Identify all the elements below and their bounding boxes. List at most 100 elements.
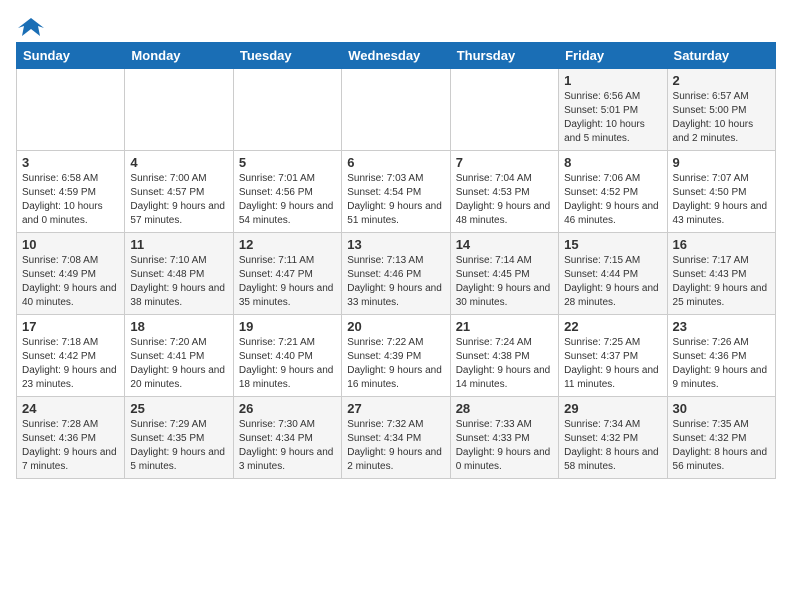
day-number: 26 <box>239 401 336 416</box>
day-number: 6 <box>347 155 444 170</box>
day-cell: 19 Sunrise: 7:21 AM Sunset: 4:40 PM Dayli… <box>233 315 341 397</box>
day-number: 14 <box>456 237 553 252</box>
day-info: Sunrise: 7:03 AM Sunset: 4:54 PM Dayligh… <box>347 172 444 228</box>
week-row-3: 10 Sunrise: 7:08 AM Sunset: 4:49 PM Dayli… <box>17 233 776 315</box>
day-cell: 7Sunrise: 7:04 AM Sunset: 4:53 PM Daylig… <box>450 151 558 233</box>
day-cell: 10 Sunrise: 7:08 AM Sunset: 4:49 PM Dayli… <box>17 233 125 315</box>
day-cell <box>233 69 341 151</box>
day-info: Sunrise: 7:01 AM Sunset: 4:56 PM Dayligh… <box>239 172 336 228</box>
day-number: 20 <box>347 319 444 334</box>
week-row-5: 24Sunrise: 7:28 AM Sunset: 4:36 PM Dayli… <box>17 397 776 479</box>
column-header-monday: Monday <box>125 43 233 69</box>
day-number: 28 <box>456 401 553 416</box>
week-row-2: 3Sunrise: 6:58 AM Sunset: 4:59 PM Daylig… <box>17 151 776 233</box>
calendar-table: SundayMondayTuesdayWednesdayThursdayFrid… <box>16 42 776 479</box>
day-cell <box>342 69 450 151</box>
logo-bird-icon <box>18 16 44 36</box>
day-info: Sunrise: 7:13 AM Sunset: 4:46 PM Dayligh… <box>347 254 444 310</box>
day-info: Sunrise: 7:29 AM Sunset: 4:35 PM Dayligh… <box>130 418 227 474</box>
day-number: 17 <box>22 319 119 334</box>
header <box>16 16 776 32</box>
day-number: 15 <box>564 237 661 252</box>
day-info: Sunrise: 7:22 AM Sunset: 4:39 PM Dayligh… <box>347 336 444 392</box>
page: SundayMondayTuesdayWednesdayThursdayFrid… <box>0 0 792 495</box>
day-info: Sunrise: 7:18 AM Sunset: 4:42 PM Dayligh… <box>22 336 119 392</box>
day-cell: 6 Sunrise: 7:03 AM Sunset: 4:54 PM Daylig… <box>342 151 450 233</box>
column-header-wednesday: Wednesday <box>342 43 450 69</box>
day-cell: 25 Sunrise: 7:29 AM Sunset: 4:35 PM Dayli… <box>125 397 233 479</box>
day-number: 29 <box>564 401 661 416</box>
day-info: Sunrise: 7:35 AM Sunset: 4:32 PM Dayligh… <box>673 418 770 474</box>
day-cell: 5 Sunrise: 7:01 AM Sunset: 4:56 PM Daylig… <box>233 151 341 233</box>
column-header-saturday: Saturday <box>667 43 775 69</box>
day-info: Sunrise: 7:20 AM Sunset: 4:41 PM Dayligh… <box>130 336 227 392</box>
day-number: 8 <box>564 155 661 170</box>
day-cell: 11 Sunrise: 7:10 AM Sunset: 4:48 PM Dayli… <box>125 233 233 315</box>
day-cell: 13 Sunrise: 7:13 AM Sunset: 4:46 PM Dayli… <box>342 233 450 315</box>
day-number: 21 <box>456 319 553 334</box>
day-info: Sunrise: 7:15 AM Sunset: 4:44 PM Dayligh… <box>564 254 661 310</box>
day-info: Sunrise: 7:30 AM Sunset: 4:34 PM Dayligh… <box>239 418 336 474</box>
day-cell: 23 Sunrise: 7:26 AM Sunset: 4:36 PM Dayli… <box>667 315 775 397</box>
logo <box>16 16 46 32</box>
day-number: 13 <box>347 237 444 252</box>
day-info: Sunrise: 7:17 AM Sunset: 4:43 PM Dayligh… <box>673 254 770 310</box>
day-number: 27 <box>347 401 444 416</box>
column-header-row: SundayMondayTuesdayWednesdayThursdayFrid… <box>17 43 776 69</box>
day-number: 12 <box>239 237 336 252</box>
day-cell <box>450 69 558 151</box>
column-header-thursday: Thursday <box>450 43 558 69</box>
day-info: Sunrise: 7:32 AM Sunset: 4:34 PM Dayligh… <box>347 418 444 474</box>
day-info: Sunrise: 7:33 AM Sunset: 4:33 PM Dayligh… <box>456 418 553 474</box>
day-number: 10 <box>22 237 119 252</box>
day-cell: 18Sunrise: 7:20 AM Sunset: 4:41 PM Dayli… <box>125 315 233 397</box>
day-number: 4 <box>130 155 227 170</box>
day-number: 7 <box>456 155 553 170</box>
day-number: 5 <box>239 155 336 170</box>
column-header-friday: Friday <box>559 43 667 69</box>
day-info: Sunrise: 7:11 AM Sunset: 4:47 PM Dayligh… <box>239 254 336 310</box>
day-cell: 27 Sunrise: 7:32 AM Sunset: 4:34 PM Dayli… <box>342 397 450 479</box>
day-cell: 15 Sunrise: 7:15 AM Sunset: 4:44 PM Dayli… <box>559 233 667 315</box>
day-cell: 12 Sunrise: 7:11 AM Sunset: 4:47 PM Dayli… <box>233 233 341 315</box>
day-info: Sunrise: 7:00 AM Sunset: 4:57 PM Dayligh… <box>130 172 227 228</box>
day-cell: 9Sunrise: 7:07 AM Sunset: 4:50 PM Daylig… <box>667 151 775 233</box>
column-header-tuesday: Tuesday <box>233 43 341 69</box>
day-cell: 24Sunrise: 7:28 AM Sunset: 4:36 PM Dayli… <box>17 397 125 479</box>
day-cell: 14Sunrise: 7:14 AM Sunset: 4:45 PM Dayli… <box>450 233 558 315</box>
day-cell: 20 Sunrise: 7:22 AM Sunset: 4:39 PM Dayli… <box>342 315 450 397</box>
day-number: 1 <box>564 73 661 88</box>
day-info: Sunrise: 7:10 AM Sunset: 4:48 PM Dayligh… <box>130 254 227 310</box>
day-info: Sunrise: 7:34 AM Sunset: 4:32 PM Dayligh… <box>564 418 661 474</box>
day-info: Sunrise: 7:26 AM Sunset: 4:36 PM Dayligh… <box>673 336 770 392</box>
day-info: Sunrise: 7:06 AM Sunset: 4:52 PM Dayligh… <box>564 172 661 228</box>
day-cell: 8 Sunrise: 7:06 AM Sunset: 4:52 PM Daylig… <box>559 151 667 233</box>
day-number: 11 <box>130 237 227 252</box>
day-info: Sunrise: 7:07 AM Sunset: 4:50 PM Dayligh… <box>673 172 770 228</box>
day-number: 2 <box>673 73 770 88</box>
day-number: 3 <box>22 155 119 170</box>
day-cell: 16Sunrise: 7:17 AM Sunset: 4:43 PM Dayli… <box>667 233 775 315</box>
day-cell: 1 Sunrise: 6:56 AM Sunset: 5:01 PM Daylig… <box>559 69 667 151</box>
week-row-1: 1 Sunrise: 6:56 AM Sunset: 5:01 PM Daylig… <box>17 69 776 151</box>
column-header-sunday: Sunday <box>17 43 125 69</box>
day-cell <box>17 69 125 151</box>
day-info: Sunrise: 7:08 AM Sunset: 4:49 PM Dayligh… <box>22 254 119 310</box>
day-info: Sunrise: 7:28 AM Sunset: 4:36 PM Dayligh… <box>22 418 119 474</box>
week-row-4: 17 Sunrise: 7:18 AM Sunset: 4:42 PM Dayli… <box>17 315 776 397</box>
day-number: 22 <box>564 319 661 334</box>
day-cell <box>125 69 233 151</box>
day-cell: 22Sunrise: 7:25 AM Sunset: 4:37 PM Dayli… <box>559 315 667 397</box>
day-number: 19 <box>239 319 336 334</box>
day-cell: 29 Sunrise: 7:34 AM Sunset: 4:32 PM Dayli… <box>559 397 667 479</box>
day-info: Sunrise: 7:24 AM Sunset: 4:38 PM Dayligh… <box>456 336 553 392</box>
day-number: 25 <box>130 401 227 416</box>
day-cell: 17 Sunrise: 7:18 AM Sunset: 4:42 PM Dayli… <box>17 315 125 397</box>
day-info: Sunrise: 6:56 AM Sunset: 5:01 PM Dayligh… <box>564 90 661 146</box>
day-info: Sunrise: 6:57 AM Sunset: 5:00 PM Dayligh… <box>673 90 770 146</box>
day-cell: 2 Sunrise: 6:57 AM Sunset: 5:00 PM Daylig… <box>667 69 775 151</box>
day-cell: 30 Sunrise: 7:35 AM Sunset: 4:32 PM Dayli… <box>667 397 775 479</box>
day-number: 23 <box>673 319 770 334</box>
day-number: 30 <box>673 401 770 416</box>
day-info: Sunrise: 7:21 AM Sunset: 4:40 PM Dayligh… <box>239 336 336 392</box>
